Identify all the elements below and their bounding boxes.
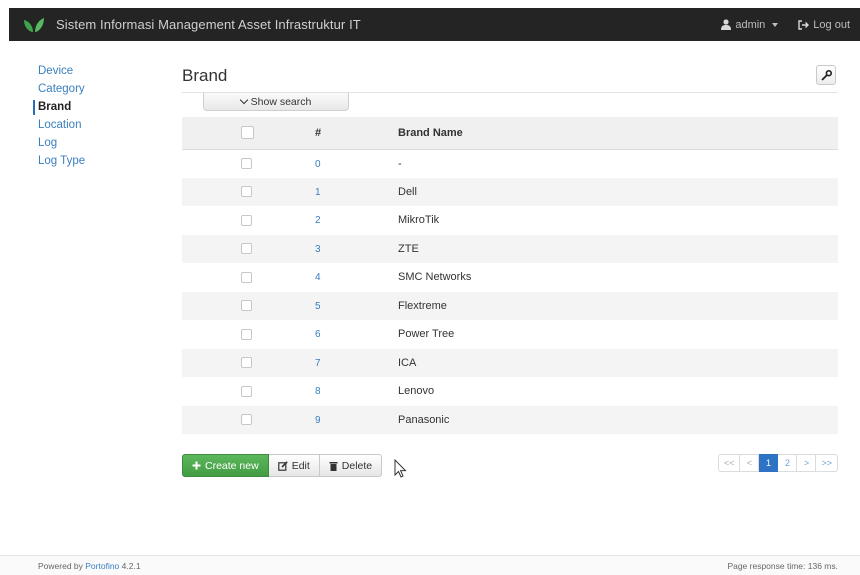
table-row: 0 - — [182, 149, 838, 178]
row-checkbox[interactable] — [241, 243, 252, 255]
brand-name-cell: Flextreme — [398, 299, 447, 312]
sidebar-item-log-type[interactable]: Log Type — [38, 152, 148, 170]
pagination-page-2[interactable]: 2 — [778, 454, 798, 472]
mouse-pointer-icon — [394, 459, 407, 478]
sidebar-item-brand[interactable]: Brand — [33, 98, 148, 116]
delete-button[interactable]: Delete — [319, 454, 383, 477]
brand-name-cell: MikroTik — [398, 214, 440, 227]
logout-link[interactable]: Log out — [788, 8, 860, 41]
table-row: 8 Lenovo — [182, 377, 838, 406]
wrench-icon — [820, 69, 832, 81]
row-id-link[interactable]: 8 — [315, 386, 321, 397]
action-buttons: Create new Edit Delete — [182, 454, 383, 477]
select-all-checkbox[interactable] — [241, 126, 254, 140]
sidebar-item-category[interactable]: Category — [38, 80, 148, 98]
user-menu[interactable]: admin — [711, 8, 788, 41]
pagination-page-1[interactable]: 1 — [759, 454, 779, 472]
brand-name-cell: ZTE — [398, 242, 419, 255]
row-checkbox[interactable] — [241, 186, 252, 198]
sidebar: Device Category Brand Location Log Log T… — [33, 62, 148, 170]
user-label: admin — [735, 18, 766, 31]
user-icon — [721, 19, 732, 30]
brand-name-cell: Dell — [398, 185, 417, 198]
brand-name-cell: Panasonic — [398, 413, 450, 426]
create-new-label: Create new — [205, 459, 259, 472]
edit-label: Edit — [291, 459, 310, 472]
pagination: << < 1 2 > >> — [717, 454, 838, 472]
brand-name-cell: ICA — [398, 356, 417, 369]
powered-prefix: Powered by — [38, 560, 83, 571]
sidebar-item-location[interactable]: Location — [38, 116, 148, 134]
row-checkbox[interactable] — [241, 214, 252, 226]
row-checkbox[interactable] — [241, 414, 252, 426]
nav-right: admin Log out — [711, 8, 860, 41]
brand-table: # Brand Name 0 - 1 Dell 2 MikroTik 3 ZTE… — [182, 117, 838, 434]
brand-name-cell: Lenovo — [398, 385, 435, 398]
row-id-link[interactable]: 6 — [315, 329, 321, 340]
brand-name-cell: - — [398, 157, 402, 170]
response-time-text: Page response time: 136 ms. — [727, 560, 838, 571]
delete-label: Delete — [341, 459, 373, 472]
pagination-last[interactable]: >> — [816, 454, 838, 472]
powered-by-text: Powered by Portofino 4.2.1 — [38, 561, 141, 571]
brand-name-cell: Power Tree — [398, 328, 455, 341]
sidebar-item-log[interactable]: Log — [38, 134, 148, 152]
row-checkbox[interactable] — [241, 357, 252, 369]
header-brand-name[interactable]: Brand Name — [398, 117, 838, 150]
pagination-next[interactable]: > — [797, 454, 817, 472]
create-new-button[interactable]: Create new — [182, 454, 269, 477]
footer: Powered by Portofino 4.2.1 Page response… — [0, 555, 860, 575]
app-title[interactable]: Sistem Informasi Management Asset Infras… — [56, 17, 361, 32]
table-row: 4 SMC Networks — [182, 263, 838, 292]
header-number[interactable]: # — [310, 117, 398, 150]
header-select-cell — [182, 117, 310, 150]
row-checkbox[interactable] — [241, 385, 252, 397]
brand-name-cell: SMC Networks — [398, 271, 472, 284]
table-row: 2 MikroTik — [182, 206, 838, 235]
chevron-down-icon — [239, 95, 248, 105]
logout-label: Log out — [813, 18, 850, 31]
table-row: 5 Flextreme — [182, 291, 838, 320]
logout-icon — [798, 19, 810, 30]
portofino-link[interactable]: Portofino — [85, 561, 119, 571]
row-id-link[interactable]: 9 — [315, 415, 321, 426]
pagination-first[interactable]: << — [717, 454, 741, 472]
show-search-label: Show search — [250, 95, 312, 108]
edit-button[interactable]: Edit — [268, 454, 320, 477]
row-id-link[interactable]: 7 — [315, 358, 321, 369]
caret-down-icon — [772, 22, 779, 27]
row-id-link[interactable]: 4 — [315, 272, 321, 283]
sidebar-item-device[interactable]: Device — [38, 62, 148, 80]
row-id-link[interactable]: 5 — [315, 301, 321, 312]
trash-icon — [329, 461, 338, 471]
row-id-link[interactable]: 1 — [315, 187, 321, 198]
plus-icon — [192, 461, 201, 470]
table-row: 7 ICA — [182, 348, 838, 377]
row-id-link[interactable]: 3 — [315, 244, 321, 255]
row-checkbox[interactable] — [241, 328, 252, 340]
row-checkbox[interactable] — [241, 158, 252, 170]
show-search-toggle[interactable]: Show search — [203, 93, 349, 111]
table-row: 3 ZTE — [182, 234, 838, 263]
page-tools-button[interactable] — [816, 65, 836, 85]
page-title: Brand — [182, 66, 228, 85]
top-navbar: Sistem Informasi Management Asset Infras… — [9, 8, 860, 41]
table-row: 6 Power Tree — [182, 320, 838, 349]
leaf-logo-icon[interactable] — [22, 15, 46, 35]
pagination-prev[interactable]: < — [740, 454, 760, 472]
row-id-link[interactable]: 2 — [315, 215, 321, 226]
row-checkbox[interactable] — [241, 300, 252, 312]
edit-icon — [277, 460, 288, 471]
table-row: 9 Panasonic — [182, 405, 838, 434]
version-text: 4.2.1 — [121, 560, 141, 571]
row-checkbox[interactable] — [241, 271, 252, 283]
table-header-row: # Brand Name — [182, 117, 838, 150]
row-id-link[interactable]: 0 — [315, 159, 321, 170]
table-row: 1 Dell — [182, 177, 838, 206]
